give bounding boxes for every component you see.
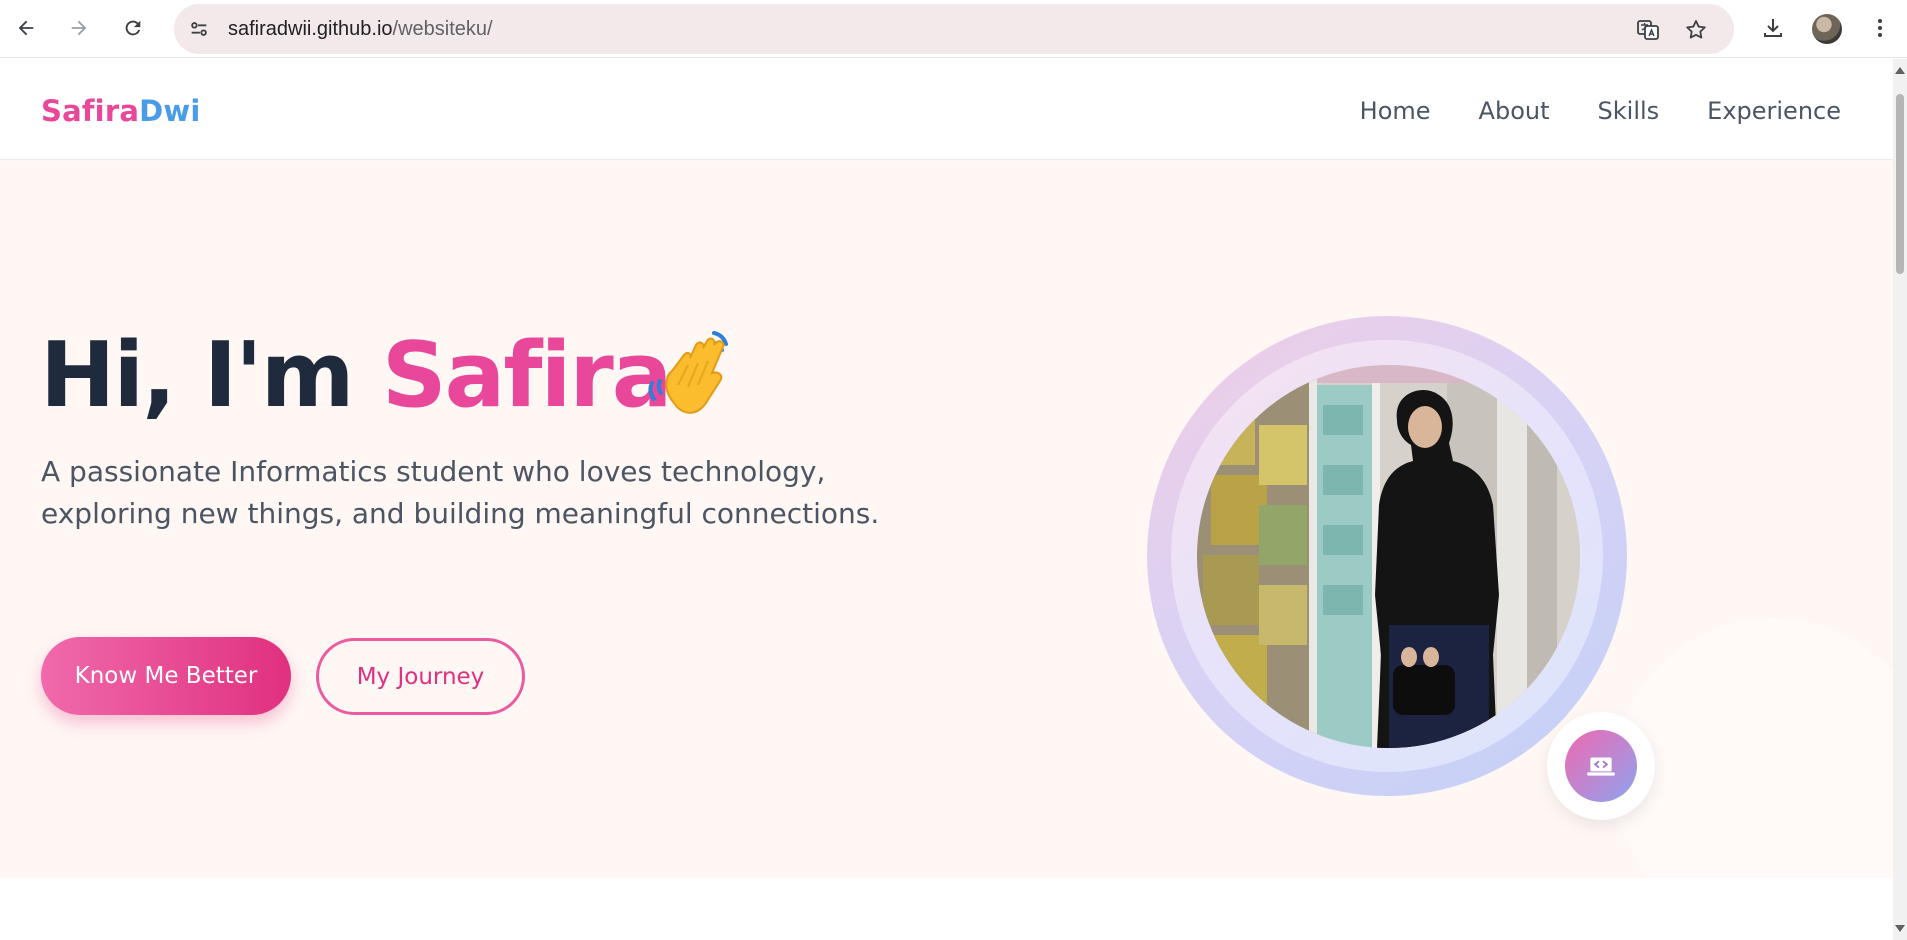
browser-toolbar: safiradwii.github.io/websiteku/ [0, 0, 1907, 58]
main-nav: Home About Skills Experience [1360, 97, 1841, 125]
decorative-circle [1613, 618, 1893, 878]
code-badge [1547, 712, 1655, 820]
download-icon[interactable] [1757, 12, 1789, 44]
hero-section: Hi, I'm Safira A passionate Informatics … [0, 161, 1893, 878]
url-text[interactable]: safiradwii.github.io/websiteku/ [228, 18, 493, 41]
hero-title: Hi, I'm Safira [40, 323, 673, 428]
profile-photo [1197, 365, 1580, 748]
nav-skills[interactable]: Skills [1598, 97, 1660, 125]
profile-photo-illustration [1197, 365, 1580, 748]
scroll-thumb[interactable] [1896, 94, 1904, 274]
scroll-up-arrow[interactable] [1895, 67, 1905, 74]
site-info-icon[interactable] [186, 16, 212, 42]
page-scrollbar[interactable] [1893, 59, 1907, 940]
profile-avatar[interactable] [1812, 14, 1842, 44]
menu-dots-icon[interactable] [1864, 12, 1896, 44]
waving-hand-icon [648, 331, 728, 414]
forward-button[interactable] [61, 10, 97, 46]
nav-home[interactable]: Home [1360, 97, 1431, 125]
nav-about[interactable]: About [1479, 97, 1550, 125]
nav-experience[interactable]: Experience [1707, 97, 1841, 125]
site-logo[interactable]: SafiraDwi [41, 94, 201, 128]
scroll-down-arrow[interactable] [1895, 925, 1905, 932]
translate-icon[interactable] [1635, 17, 1661, 43]
back-icon [18, 20, 34, 36]
hero-subtitle: A passionate Informatics student who lov… [41, 451, 921, 535]
reload-button[interactable] [115, 10, 151, 46]
site-header: SafiraDwi Home About Skills Experience [0, 59, 1893, 160]
address-bar[interactable]: safiradwii.github.io/websiteku/ [174, 4, 1734, 54]
bookmark-star-icon[interactable] [1683, 17, 1709, 43]
reload-icon [125, 20, 141, 36]
subtitle-line-2: exploring new things, and building meani… [41, 497, 880, 530]
laptop-code-icon [1565, 730, 1637, 802]
my-journey-button[interactable]: My Journey [316, 638, 525, 715]
know-me-better-button[interactable]: Know Me Better [41, 637, 291, 715]
subtitle-line-1: A passionate Informatics student who lov… [41, 455, 826, 488]
forward-icon [71, 20, 87, 36]
page-viewport: SafiraDwi Home About Skills Experience H… [0, 59, 1893, 940]
back-button[interactable] [8, 10, 44, 46]
